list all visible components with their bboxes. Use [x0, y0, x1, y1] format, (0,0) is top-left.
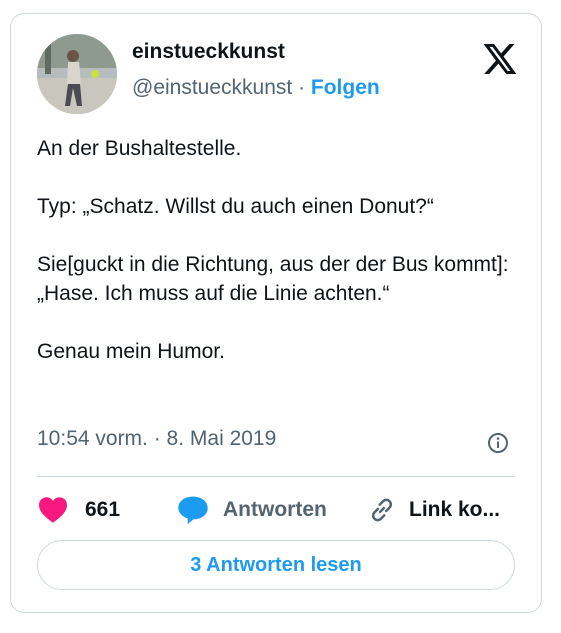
- tweet-paragraph: Typ: „Schatz. Willst du auch einen Donut…: [37, 195, 434, 218]
- heart-icon: [39, 497, 67, 523]
- follow-button[interactable]: Folgen: [311, 76, 380, 99]
- reply-label: Antworten: [223, 498, 327, 521]
- separator-dot: ·: [292, 76, 311, 99]
- author-handle-line: @einstueckkunst · Folgen: [132, 76, 380, 100]
- info-icon[interactable]: [487, 432, 509, 454]
- copy-link-button[interactable]: Link ko...: [367, 492, 500, 528]
- copy-link-label: Link ko...: [409, 498, 501, 521]
- action-bar: 661 Antworten Link ko...: [37, 492, 515, 528]
- tweet-card: einstueckkunst @einstueckkunst · Folgen …: [10, 13, 542, 613]
- avatar-photo: [37, 34, 117, 114]
- x-logo-icon[interactable]: [483, 44, 517, 74]
- like-count: 661: [85, 498, 121, 521]
- tweet-timestamp[interactable]: 10:54 vorm. · 8. Mai 2019: [37, 427, 276, 451]
- tweet-paragraph: An der Bushaltestelle.: [37, 137, 242, 160]
- author-handle[interactable]: @einstueckkunst: [132, 76, 292, 99]
- read-replies-button[interactable]: 3 Antworten lesen: [37, 540, 515, 590]
- reply-button[interactable]: Antworten: [177, 492, 327, 528]
- link-icon: [371, 498, 393, 522]
- avatar[interactable]: [37, 34, 117, 114]
- divider: [37, 476, 515, 477]
- author-display-name[interactable]: einstueckkunst: [132, 40, 285, 64]
- like-button[interactable]: 661: [37, 492, 120, 528]
- tweet-text: An der Bushaltestelle. Typ: „Schatz. Wil…: [37, 134, 517, 366]
- tweet-paragraph: Genau mein Humor.: [37, 340, 225, 363]
- speech-bubble-icon: [178, 496, 208, 524]
- tweet-paragraph: Sie[guckt in die Richtung, aus der der B…: [37, 253, 509, 305]
